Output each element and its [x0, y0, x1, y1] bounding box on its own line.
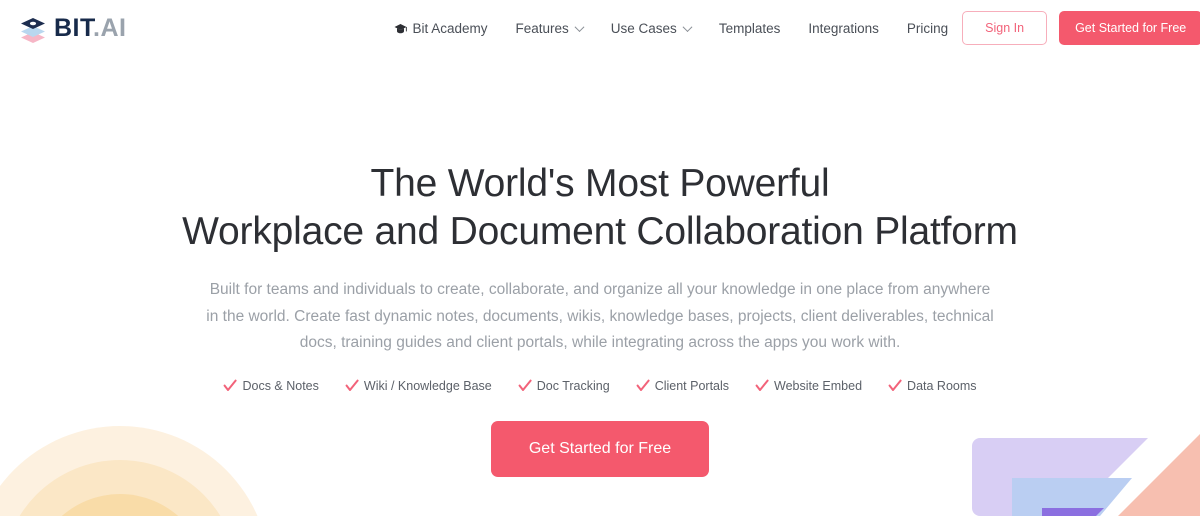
- header-actions: Sign In Get Started for Free: [962, 11, 1200, 45]
- feature-label: Doc Tracking: [536, 379, 610, 394]
- nav-label: Bit Academy: [412, 20, 488, 36]
- nav-label: Features: [515, 20, 569, 36]
- feature-item: Data Rooms: [888, 379, 977, 394]
- main-navigation: Bit Academy Features Use Cases Templates…: [380, 15, 962, 42]
- nav-label: Use Cases: [610, 20, 677, 36]
- nav-label: Integrations: [808, 20, 879, 36]
- logo-text-ai: .AI: [93, 13, 127, 42]
- feature-list: Docs & Notes Wiki / Knowledge Base Doc T…: [223, 379, 977, 394]
- concentric-arcs-graphic: [0, 426, 258, 516]
- hero-subheadline: Built for teams and individuals to creat…: [206, 281, 994, 352]
- feature-label: Website Embed: [774, 379, 863, 394]
- feature-item: Doc Tracking: [518, 379, 610, 393]
- panel-triangle-graphic: [972, 434, 1200, 516]
- nav-item-integrations[interactable]: Integrations: [794, 15, 893, 42]
- feature-item: Docs & Notes: [223, 379, 319, 394]
- logo-wordmark: BIT.AI: [54, 13, 127, 42]
- logo[interactable]: BIT.AI: [18, 13, 126, 43]
- chevron-down-icon: [682, 21, 693, 32]
- check-icon: [223, 379, 238, 393]
- hero-get-started-button[interactable]: Get Started for Free: [490, 421, 710, 478]
- check-icon: [636, 379, 650, 393]
- sign-in-button[interactable]: Sign In: [962, 11, 1048, 45]
- nav-item-use-cases[interactable]: Use Cases: [597, 15, 705, 42]
- layers-stack-icon: [18, 13, 48, 43]
- headline-line-2: Workplace and Document Collaboration Pla…: [182, 209, 1018, 253]
- logo-text-bit: BIT: [54, 13, 93, 42]
- page-title: The World's Most Powerful Workplace and …: [182, 160, 1018, 255]
- check-icon: [755, 379, 769, 393]
- header-get-started-button[interactable]: Get Started for Free: [1059, 11, 1200, 45]
- feature-label: Wiki / Knowledge Base: [363, 379, 492, 394]
- decoration-bottom-right: [950, 420, 1200, 516]
- nav-item-pricing[interactable]: Pricing: [893, 15, 962, 42]
- check-icon: [518, 379, 532, 393]
- cta-container: Get Started for Free: [490, 421, 710, 478]
- nav-item-templates[interactable]: Templates: [705, 15, 795, 42]
- chevron-down-icon: [574, 21, 585, 32]
- nav-item-features[interactable]: Features: [502, 15, 597, 42]
- landing-page: BIT.AI Bit Academy Features Use Cases Te…: [0, 0, 1200, 516]
- hero-section: The World's Most Powerful Workplace and …: [0, 0, 1200, 516]
- graduation-cap-icon: [394, 23, 408, 35]
- nav-item-bit-academy[interactable]: Bit Academy: [380, 15, 501, 42]
- check-icon: [888, 379, 902, 393]
- feature-label: Data Rooms: [907, 379, 977, 394]
- headline-line-1: The World's Most Powerful: [370, 162, 830, 205]
- feature-item: Website Embed: [755, 379, 862, 393]
- feature-label: Docs & Notes: [242, 379, 319, 394]
- nav-label: Pricing: [906, 20, 949, 36]
- feature-label: Client Portals: [654, 379, 730, 394]
- feature-item: Wiki / Knowledge Base: [345, 379, 492, 393]
- decoration-bottom-left: [0, 346, 280, 516]
- site-header: BIT.AI Bit Academy Features Use Cases Te…: [0, 0, 1200, 56]
- nav-label: Templates: [718, 20, 781, 36]
- feature-item: Client Portals: [636, 379, 729, 393]
- check-icon: [345, 379, 359, 393]
